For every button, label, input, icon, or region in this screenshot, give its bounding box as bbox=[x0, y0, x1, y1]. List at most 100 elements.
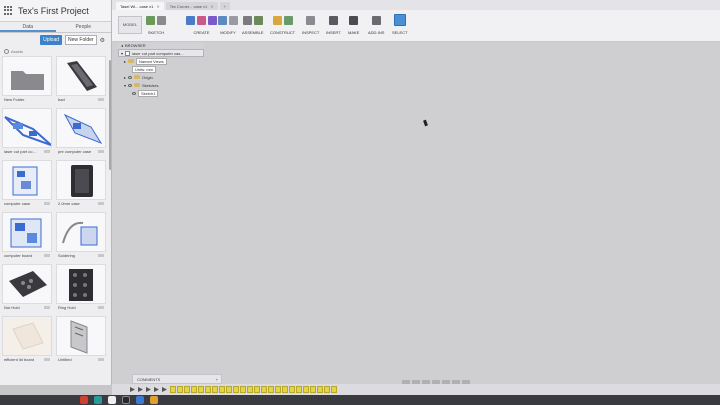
taskbar-app-icon[interactable] bbox=[94, 396, 102, 404]
timeline-feature[interactable] bbox=[324, 386, 330, 393]
timeline-feature[interactable] bbox=[289, 386, 295, 393]
breadcrumb-label[interactable]: Assets bbox=[11, 49, 23, 54]
file-item[interactable]: Soldering bbox=[56, 212, 106, 260]
timeline-back-icon[interactable] bbox=[138, 387, 143, 392]
visibility-icon[interactable] bbox=[132, 91, 136, 95]
timeline-feature[interactable] bbox=[247, 386, 253, 393]
timeline-feature[interactable] bbox=[219, 386, 225, 393]
taskbar-app-icon[interactable] bbox=[80, 396, 88, 404]
toolbar-group-make[interactable]: MAKE bbox=[348, 13, 359, 35]
timeline-feature[interactable] bbox=[282, 386, 288, 393]
file-item[interactable]: Untitled bbox=[56, 316, 106, 364]
app-grid-icon[interactable] bbox=[4, 5, 14, 16]
timeline-feature[interactable] bbox=[275, 386, 281, 393]
timeline-feature[interactable] bbox=[317, 386, 323, 393]
timeline-feature[interactable] bbox=[226, 386, 232, 393]
toolbar-group-select[interactable]: SELECT bbox=[392, 13, 408, 35]
browser-node-origin[interactable]: ▸ Origin bbox=[118, 73, 204, 81]
expand-icon[interactable]: ▸ bbox=[124, 75, 126, 80]
timeline-feature[interactable] bbox=[198, 386, 204, 393]
timeline-play-icon[interactable] bbox=[146, 387, 151, 392]
timeline-feature[interactable] bbox=[331, 386, 337, 393]
browser-root-node[interactable]: ▾ laser cut part computer cas... bbox=[118, 49, 204, 57]
timeline-feature[interactable] bbox=[184, 386, 190, 393]
document-tab[interactable]: Tasel Wi... case v1 ✕ bbox=[116, 2, 164, 10]
timeline-feature[interactable] bbox=[240, 386, 246, 393]
sketch-profile-right[interactable] bbox=[457, 155, 617, 366]
browser-header[interactable]: ◂ BROWSER bbox=[118, 42, 204, 49]
expand-icon[interactable]: ▾ bbox=[124, 83, 126, 88]
gear-icon[interactable]: ⚙ bbox=[100, 37, 105, 44]
browser-node-label: Origin bbox=[142, 74, 153, 80]
file-name: 2.0mm case bbox=[58, 201, 80, 206]
timeline-feature[interactable] bbox=[268, 386, 274, 393]
browser-node-sketch1[interactable]: Sketch1 bbox=[118, 89, 204, 97]
sketch-profile-left[interactable] bbox=[277, 43, 435, 256]
toolbar-group-sketch[interactable]: SKETCH bbox=[146, 13, 166, 35]
toolbar-group-assemble[interactable]: ASSEMBLE bbox=[242, 13, 264, 35]
back-icon[interactable] bbox=[4, 49, 9, 54]
timeline-feature[interactable] bbox=[170, 386, 176, 393]
file-grid-scrollbar[interactable] bbox=[109, 60, 111, 170]
timeline-feature[interactable] bbox=[205, 386, 211, 393]
close-icon[interactable]: ✕ bbox=[156, 4, 159, 9]
file-item[interactable]: bad bbox=[56, 56, 106, 104]
timeline-feature[interactable] bbox=[212, 386, 218, 393]
expand-icon[interactable]: ▾ bbox=[121, 51, 123, 56]
upload-button[interactable]: Upload bbox=[40, 35, 63, 45]
timeline-feature[interactable] bbox=[296, 386, 302, 393]
document-tab[interactable]: Tex Corner... case v1 ✕ bbox=[165, 2, 218, 10]
timeline-feature[interactable] bbox=[261, 386, 267, 393]
file-item[interactable]: Ring Hold bbox=[56, 264, 106, 312]
toolbar-group-modify[interactable]: MODIFY bbox=[218, 13, 238, 35]
file-item[interactable]: computer board bbox=[2, 212, 52, 260]
toolbar-group-add-ins[interactable]: ADD-INS bbox=[368, 13, 384, 35]
timeline-feature[interactable] bbox=[191, 386, 197, 393]
taskbar-app-icon[interactable] bbox=[136, 396, 144, 404]
timeline-feature[interactable] bbox=[254, 386, 260, 393]
close-icon[interactable]: ✕ bbox=[210, 4, 213, 9]
file-item[interactable]: 2.0mm case bbox=[56, 160, 106, 208]
data-panel: Tex's First Project Data People Upload N… bbox=[0, 0, 112, 385]
toolbar-group-inspect[interactable]: INSPECT bbox=[302, 13, 319, 35]
timeline-start-icon[interactable] bbox=[130, 387, 135, 392]
comments-panel[interactable]: COMMENTS + bbox=[132, 374, 222, 384]
tab-data[interactable]: Data bbox=[0, 22, 56, 32]
timeline-forward-icon[interactable] bbox=[154, 387, 159, 392]
visibility-icon[interactable] bbox=[128, 75, 133, 79]
expand-icon[interactable]: ▸ bbox=[124, 59, 126, 64]
folder-icon bbox=[134, 75, 141, 79]
browser-node-sketches[interactable]: ▾ Sketches bbox=[118, 81, 204, 89]
file-item[interactable]: efficient lid board bbox=[2, 316, 52, 364]
taskbar-app-icon[interactable] bbox=[150, 396, 158, 404]
file-item[interactable]: computer case bbox=[2, 160, 52, 208]
project-title[interactable]: Tex's First Project bbox=[18, 6, 89, 16]
timeline-end-icon[interactable] bbox=[162, 387, 167, 392]
browser-root-label: laser cut part computer cas... bbox=[132, 50, 184, 56]
tab-people[interactable]: People bbox=[56, 22, 112, 32]
file-item[interactable]: New Folder bbox=[2, 56, 52, 104]
taskbar-app-icon[interactable] bbox=[122, 396, 130, 404]
folder-icon bbox=[134, 83, 141, 87]
timeline-feature[interactable] bbox=[233, 386, 239, 393]
timeline-feature[interactable] bbox=[310, 386, 316, 393]
workspace-switcher[interactable]: MODEL bbox=[118, 16, 142, 34]
file-item[interactable]: Nut Hold bbox=[2, 264, 52, 312]
file-item[interactable]: pre computer case bbox=[56, 108, 106, 156]
new-folder-button[interactable]: New Folder bbox=[65, 35, 97, 45]
toolbar-group-insert[interactable]: INSERT bbox=[326, 13, 341, 35]
timeline-feature[interactable] bbox=[303, 386, 309, 393]
main-toolbar: MODEL SKETCH CREATE MODIFY ASSEMBLE CONS… bbox=[112, 10, 720, 42]
new-tab-button[interactable]: + bbox=[219, 2, 230, 10]
timeline-feature[interactable] bbox=[177, 386, 183, 393]
toolbar-group-create[interactable]: CREATE bbox=[186, 13, 217, 35]
visibility-icon[interactable] bbox=[128, 83, 133, 87]
file-item[interactable]: laser cut part co... bbox=[2, 108, 52, 156]
plus-icon[interactable]: + bbox=[216, 377, 218, 382]
browser-node-units[interactable]: Units: mm bbox=[118, 65, 204, 73]
toolbar-group-construct[interactable]: CONSTRUCT bbox=[270, 13, 295, 35]
taskbar-app-icon[interactable] bbox=[108, 396, 116, 404]
collapse-icon[interactable]: ◂ bbox=[121, 43, 123, 48]
component-icon bbox=[125, 50, 131, 56]
browser-node-named-views[interactable]: ▸ Named Views bbox=[118, 57, 204, 65]
